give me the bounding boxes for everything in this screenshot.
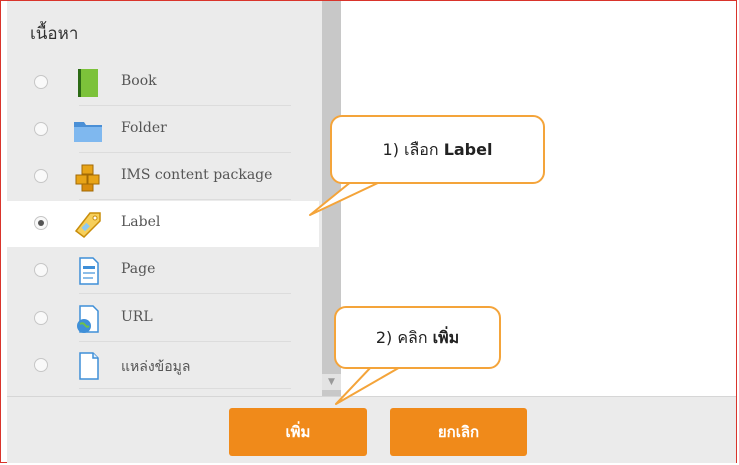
callout-step1: 1) เลือก Label bbox=[330, 115, 545, 184]
callout-step2-text: 2) คลิก bbox=[375, 328, 433, 347]
callout-step1-text: 1) เลือก bbox=[382, 140, 444, 159]
callout-step1-strong: Label bbox=[443, 140, 493, 159]
callout-step2-strong: เพิ่ม bbox=[432, 328, 460, 347]
callout-pointers bbox=[309, 180, 403, 405]
callout-step2: 2) คลิก เพิ่ม bbox=[334, 306, 501, 369]
